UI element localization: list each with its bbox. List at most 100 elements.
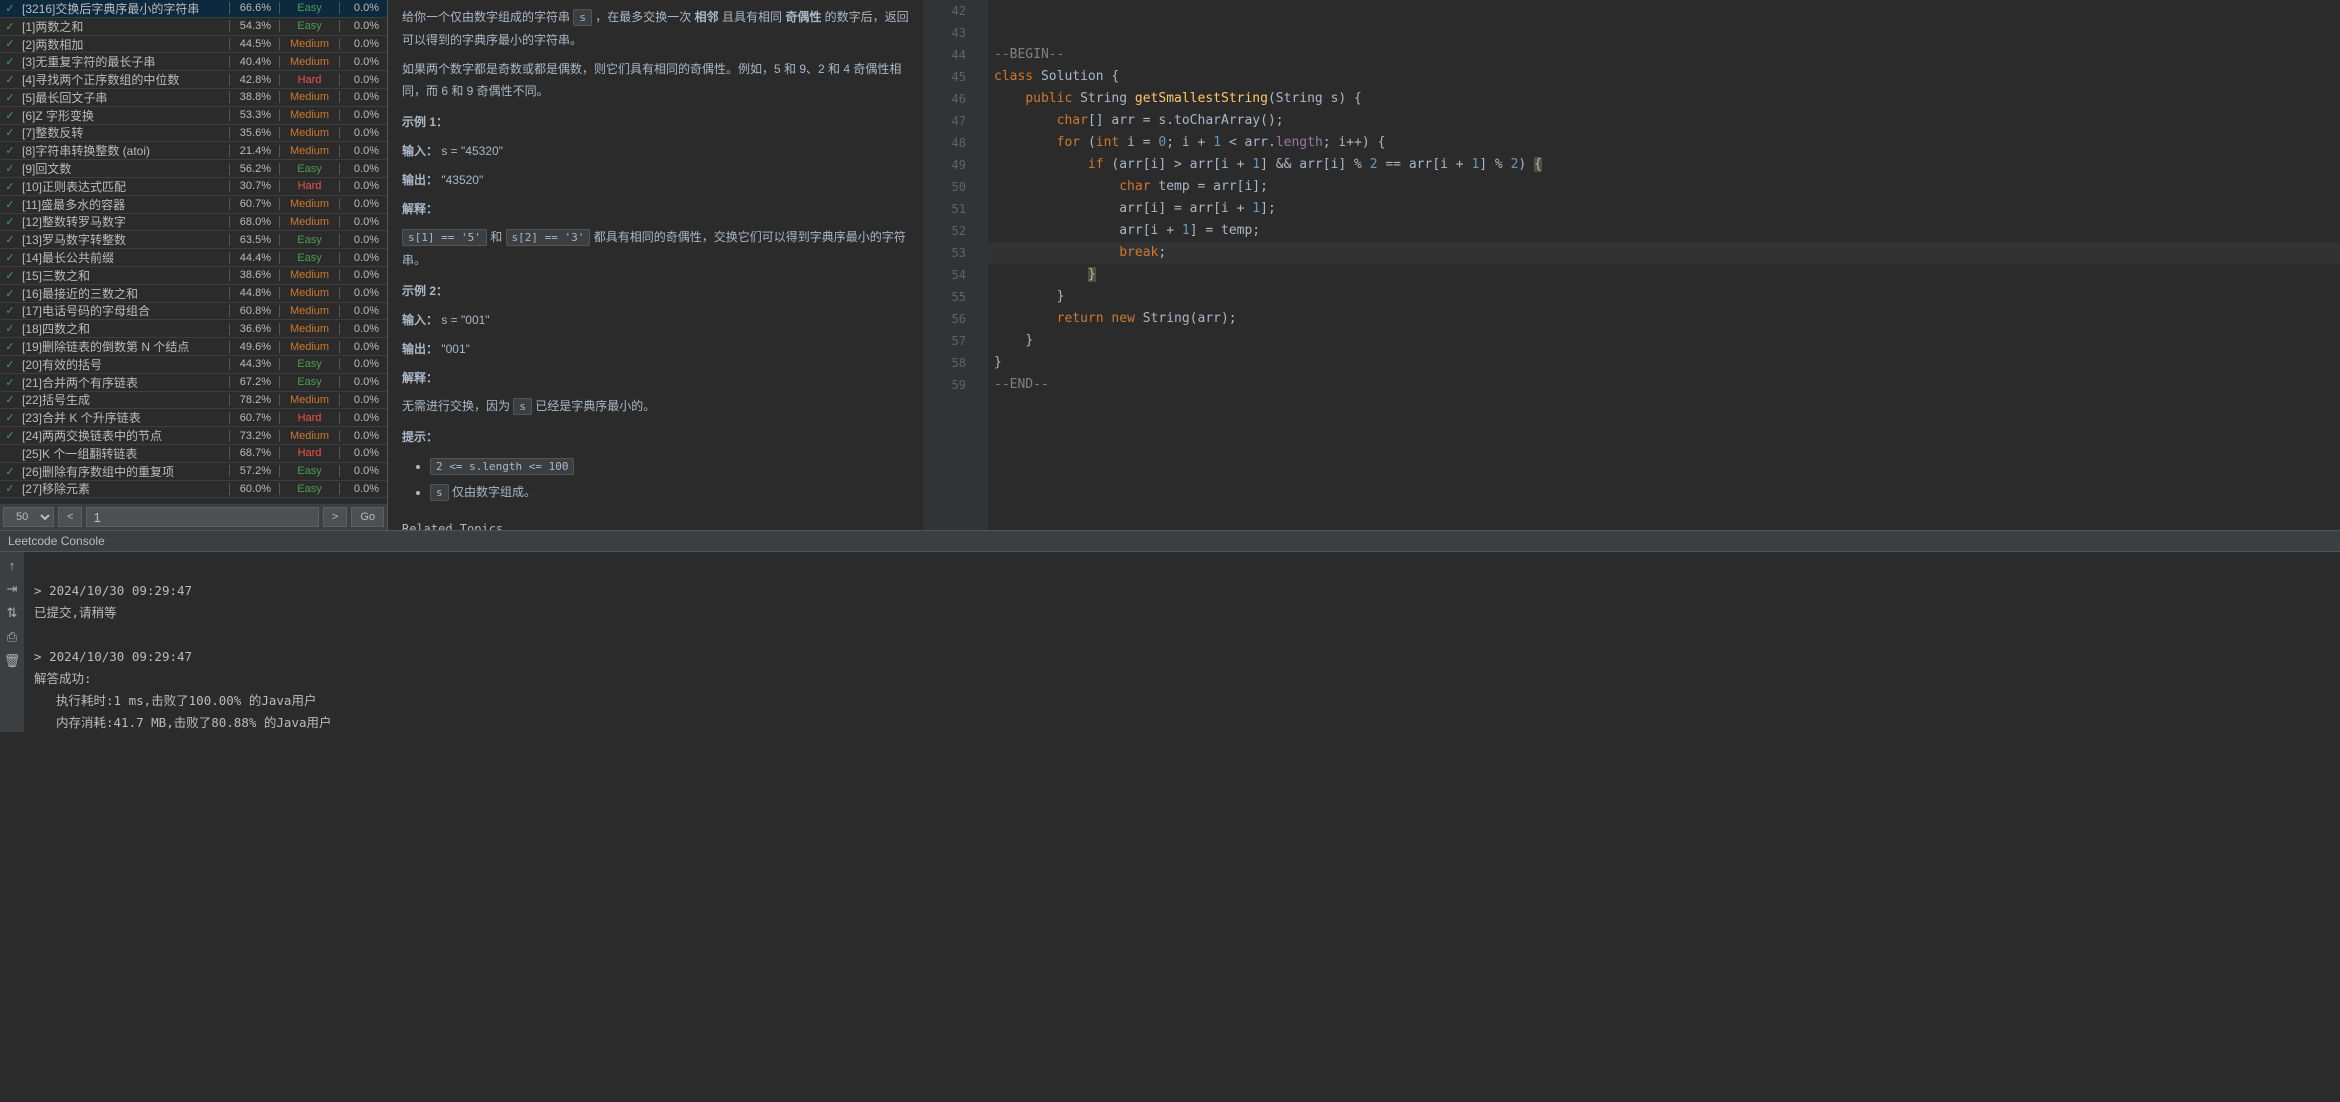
solved-check-icon: ✓ xyxy=(0,269,20,282)
problem-row[interactable]: ✓ [26]删除有序数组中的重复项 57.2% Easy 0.0% xyxy=(0,463,387,481)
scroll-icon[interactable]: ⇅ xyxy=(7,605,18,621)
difficulty-badge: Medium xyxy=(279,430,339,442)
problem-row[interactable]: ✓ [18]四数之和 36.6% Medium 0.0% xyxy=(0,320,387,338)
page-number-input[interactable] xyxy=(86,507,318,527)
print-icon[interactable]: ⎙ xyxy=(7,629,17,645)
freq-rate: 0.0% xyxy=(339,394,387,406)
solved-check-icon: ✓ xyxy=(0,411,20,424)
problem-row[interactable]: ✓ [17]电话号码的字母组合 60.8% Medium 0.0% xyxy=(0,303,387,321)
problem-name: [5]最长回文子串 xyxy=(20,89,229,106)
problem-row[interactable]: ✓ [14]最长公共前缀 44.4% Easy 0.0% xyxy=(0,249,387,267)
acceptance-pct: 38.8% xyxy=(229,91,279,103)
line-number: 52 xyxy=(923,220,966,242)
solved-check-icon: ✓ xyxy=(0,55,20,68)
problem-row[interactable]: ✓ [12]整数转罗马数字 68.0% Medium 0.0% xyxy=(0,214,387,232)
acceptance-pct: 67.2% xyxy=(229,376,279,388)
problem-row[interactable]: ✓ [16]最接近的三数之和 44.8% Medium 0.0% xyxy=(0,285,387,303)
line-number: 47 xyxy=(923,110,966,132)
freq-rate: 0.0% xyxy=(339,198,387,210)
problem-row[interactable]: ✓ [7]整数反转 35.6% Medium 0.0% xyxy=(0,125,387,143)
problem-name: [20]有效的括号 xyxy=(20,356,229,373)
problem-row[interactable]: ✓ [13]罗马数字转整数 63.5% Easy 0.0% xyxy=(0,231,387,249)
example-2-head: 示例 2： xyxy=(402,280,909,303)
next-page-button[interactable]: > xyxy=(323,507,347,527)
desc-intro-2: 如果两个数字都是奇数或都是偶数，则它们具有相同的奇偶性。例如，5 和 9、2 和… xyxy=(402,58,909,104)
trash-icon[interactable]: 🗑 xyxy=(4,653,21,669)
line-number: 50 xyxy=(923,176,966,198)
solved-check-icon: ✓ xyxy=(0,322,20,335)
prev-page-button[interactable]: < xyxy=(58,507,82,527)
problem-name: [16]最接近的三数之和 xyxy=(20,285,229,302)
problem-row[interactable]: ✓ [6]Z 字形变换 53.3% Medium 0.0% xyxy=(0,107,387,125)
line-number: 53 xyxy=(923,242,966,264)
solved-check-icon: ✓ xyxy=(0,109,20,122)
code-editor[interactable]: --BEGIN-- class Solution { public String… xyxy=(988,0,2340,530)
problem-row[interactable]: ✓ [15]三数之和 38.6% Medium 0.0% xyxy=(0,267,387,285)
acceptance-pct: 21.4% xyxy=(229,145,279,157)
difficulty-badge: Medium xyxy=(279,91,339,103)
freq-rate: 0.0% xyxy=(339,56,387,68)
solved-check-icon: ✓ xyxy=(0,340,20,353)
freq-rate: 0.0% xyxy=(339,376,387,388)
problem-row[interactable]: ✓ [8]字符串转换整数 (atoi) 21.4% Medium 0.0% xyxy=(0,142,387,160)
console-line: 解答成功: xyxy=(34,668,2330,690)
explain-head-2: 解释： xyxy=(402,367,909,390)
console-line: 已提交,请稍等 xyxy=(34,602,2330,624)
difficulty-badge: Easy xyxy=(279,234,339,246)
difficulty-badge: Medium xyxy=(279,109,339,121)
acceptance-pct: 44.3% xyxy=(229,358,279,370)
arrow-up-icon[interactable]: ↑ xyxy=(9,558,16,573)
acceptance-pct: 63.5% xyxy=(229,234,279,246)
problem-name: [26]删除有序数组中的重复项 xyxy=(20,463,229,480)
line-number: 49 xyxy=(923,154,966,176)
solved-check-icon: ✓ xyxy=(0,287,20,300)
acceptance-pct: 40.4% xyxy=(229,56,279,68)
problem-row[interactable]: ✓ [19]删除链表的倒数第 N 个结点 49.6% Medium 0.0% xyxy=(0,338,387,356)
problem-name: [18]四数之和 xyxy=(20,320,229,337)
acceptance-pct: 54.3% xyxy=(229,20,279,32)
problem-row[interactable]: ✓ [10]正则表达式匹配 30.7% Hard 0.0% xyxy=(0,178,387,196)
problem-name: [12]整数转罗马数字 xyxy=(20,213,229,230)
hints-list: 2 <= s.length <= 100 s 仅由数字组成。 xyxy=(430,455,909,504)
problem-row[interactable]: ✓ [3216]交换后字典序最小的字符串 66.6% Easy 0.0% xyxy=(0,0,387,18)
difficulty-badge: Easy xyxy=(279,163,339,175)
code-comment: --BEGIN-- xyxy=(994,47,1064,62)
problem-name: [1]两数之和 xyxy=(20,18,229,35)
hint-2: s 仅由数字组成。 xyxy=(430,481,909,504)
problem-row[interactable]: ✓ [25]K 个一组翻转链表 68.7% Hard 0.0% xyxy=(0,445,387,463)
problem-name: [13]罗马数字转整数 xyxy=(20,231,229,248)
line-number: 59 xyxy=(923,374,966,396)
problem-row[interactable]: ✓ [4]寻找两个正序数组的中位数 42.8% Hard 0.0% xyxy=(0,71,387,89)
problem-row[interactable]: ✓ [23]合并 K 个升序链表 60.7% Hard 0.0% xyxy=(0,409,387,427)
problem-row[interactable]: ✓ [1]两数之和 54.3% Easy 0.0% xyxy=(0,18,387,36)
problem-row[interactable]: ✓ [21]合并两个有序链表 67.2% Easy 0.0% xyxy=(0,374,387,392)
problem-row[interactable]: ✓ [11]盛最多水的容器 60.7% Medium 0.0% xyxy=(0,196,387,214)
problem-name: [17]电话号码的字母组合 xyxy=(20,302,229,319)
go-button[interactable]: Go xyxy=(351,507,384,527)
problem-row[interactable]: ✓ [5]最长回文子串 38.8% Medium 0.0% xyxy=(0,89,387,107)
acceptance-pct: 60.0% xyxy=(229,483,279,495)
problem-row[interactable]: ✓ [20]有效的括号 44.3% Easy 0.0% xyxy=(0,356,387,374)
soft-wrap-icon[interactable]: ⇥ xyxy=(7,581,18,597)
problem-list-panel: ✓ [3216]交换后字典序最小的字符串 66.6% Easy 0.0%✓ [1… xyxy=(0,0,388,530)
problem-row[interactable]: ✓ [2]两数相加 44.5% Medium 0.0% xyxy=(0,36,387,54)
problem-row[interactable]: ✓ [22]括号生成 78.2% Medium 0.0% xyxy=(0,392,387,410)
solved-check-icon: ✓ xyxy=(0,144,20,157)
explain-head: 解释： xyxy=(402,198,909,221)
acceptance-pct: 36.6% xyxy=(229,323,279,335)
solved-check-icon: ✓ xyxy=(0,393,20,406)
line-number: 45 xyxy=(923,66,966,88)
problem-name: [3216]交换后字典序最小的字符串 xyxy=(20,0,229,17)
freq-rate: 0.0% xyxy=(339,38,387,50)
problem-row[interactable]: ✓ [24]两两交换链表中的节点 73.2% Medium 0.0% xyxy=(0,427,387,445)
problem-description-panel: 给你一个仅由数字组成的字符串 s ，在最多交换一次 相邻 且具有相同 奇偶性 的… xyxy=(388,0,923,530)
acceptance-pct: 60.8% xyxy=(229,305,279,317)
solved-check-icon: ✓ xyxy=(0,482,20,495)
problem-row[interactable]: ✓ [27]移除元素 60.0% Easy 0.0% xyxy=(0,481,387,499)
example-2-explain: 无需进行交换，因为 s 已经是字典序最小的。 xyxy=(402,395,909,418)
problem-name: [15]三数之和 xyxy=(20,267,229,284)
problem-row[interactable]: ✓ [9]回文数 56.2% Easy 0.0% xyxy=(0,160,387,178)
console-output[interactable]: > 2024/10/30 09:29:47 已提交,请稍等 > 2024/10/… xyxy=(24,552,2340,732)
page-size-select[interactable]: 50 xyxy=(3,507,54,527)
problem-row[interactable]: ✓ [3]无重复字符的最长子串 40.4% Medium 0.0% xyxy=(0,53,387,71)
